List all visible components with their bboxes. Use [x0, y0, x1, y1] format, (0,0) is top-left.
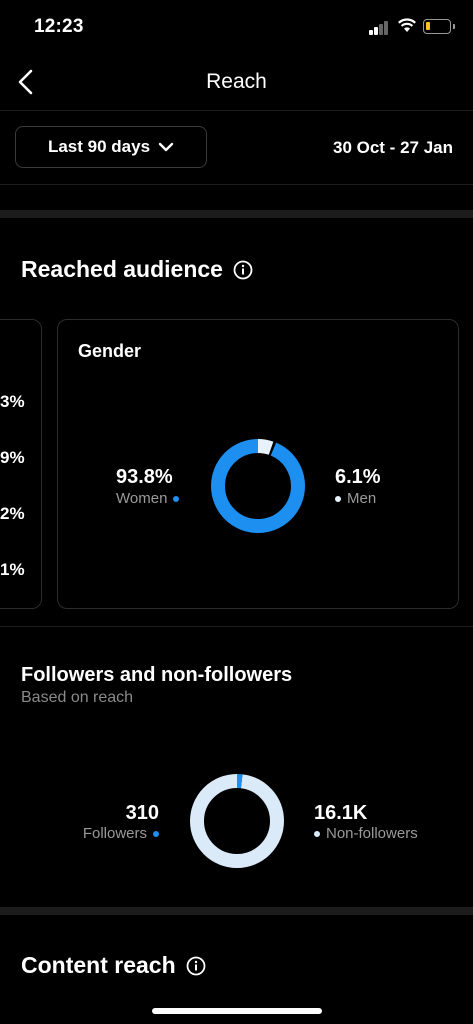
date-range-text: 30 Oct - 27 Jan — [332, 138, 453, 157]
content-reach-title: Content reach — [21, 952, 176, 978]
nonfollowers-dot — [314, 830, 320, 837]
signal-icon — [369, 21, 391, 35]
section-separator — [0, 210, 473, 218]
wifi-icon — [398, 18, 416, 32]
women-label: Women — [116, 490, 168, 507]
women-legend: Women — [116, 490, 180, 507]
nonfollowers-legend: Non-followers — [314, 825, 418, 842]
info-icon[interactable] — [186, 956, 206, 976]
chevron-down-icon — [158, 142, 174, 152]
women-value: 93.8% — [116, 466, 173, 488]
header-divider — [0, 110, 473, 111]
followers-label: Followers — [82, 825, 147, 842]
followers-title: Followers and non-followers — [21, 664, 293, 686]
followers-value: 310 — [125, 802, 159, 824]
age-pct-4: 1% — [0, 560, 25, 579]
reached-audience-heading: Reached audience — [21, 256, 253, 283]
followers-donut-nonfollowers — [190, 774, 284, 868]
men-dot — [335, 495, 341, 502]
age-pct-3: 2% — [0, 504, 25, 523]
gender-title: Gender — [78, 341, 142, 361]
page-title: Reach — [206, 70, 267, 93]
gender-donut-chart — [211, 439, 305, 533]
home-indicator[interactable] — [152, 1008, 322, 1014]
date-range-dropdown-label: Last 90 days — [47, 137, 151, 156]
battery-icon — [423, 19, 455, 34]
age-pct-1: 3% — [0, 392, 25, 411]
followers-dot — [153, 830, 159, 837]
age-pct-2: 9% — [0, 448, 25, 467]
nonfollowers-value: 16.1K — [314, 802, 368, 824]
men-legend: Men — [335, 490, 376, 507]
info-icon[interactable] — [233, 260, 253, 280]
range-divider — [0, 184, 473, 185]
content-reach-heading: Content reach — [21, 952, 206, 979]
date-range-dropdown[interactable]: Last 90 days — [15, 126, 207, 168]
nonfollowers-label: Non-followers — [326, 825, 418, 842]
audience-divider — [0, 626, 473, 627]
followers-subtitle: Based on reach — [21, 689, 134, 706]
section-separator-2 — [0, 907, 473, 915]
men-label: Men — [347, 490, 377, 507]
reached-audience-title: Reached audience — [21, 256, 223, 282]
gender-donut-women — [211, 439, 305, 533]
men-value: 6.1% — [335, 466, 381, 488]
status-time: 12:23 — [34, 16, 84, 37]
women-dot — [173, 495, 180, 502]
followers-legend: Followers — [83, 825, 159, 842]
followers-donut-chart — [190, 774, 284, 868]
